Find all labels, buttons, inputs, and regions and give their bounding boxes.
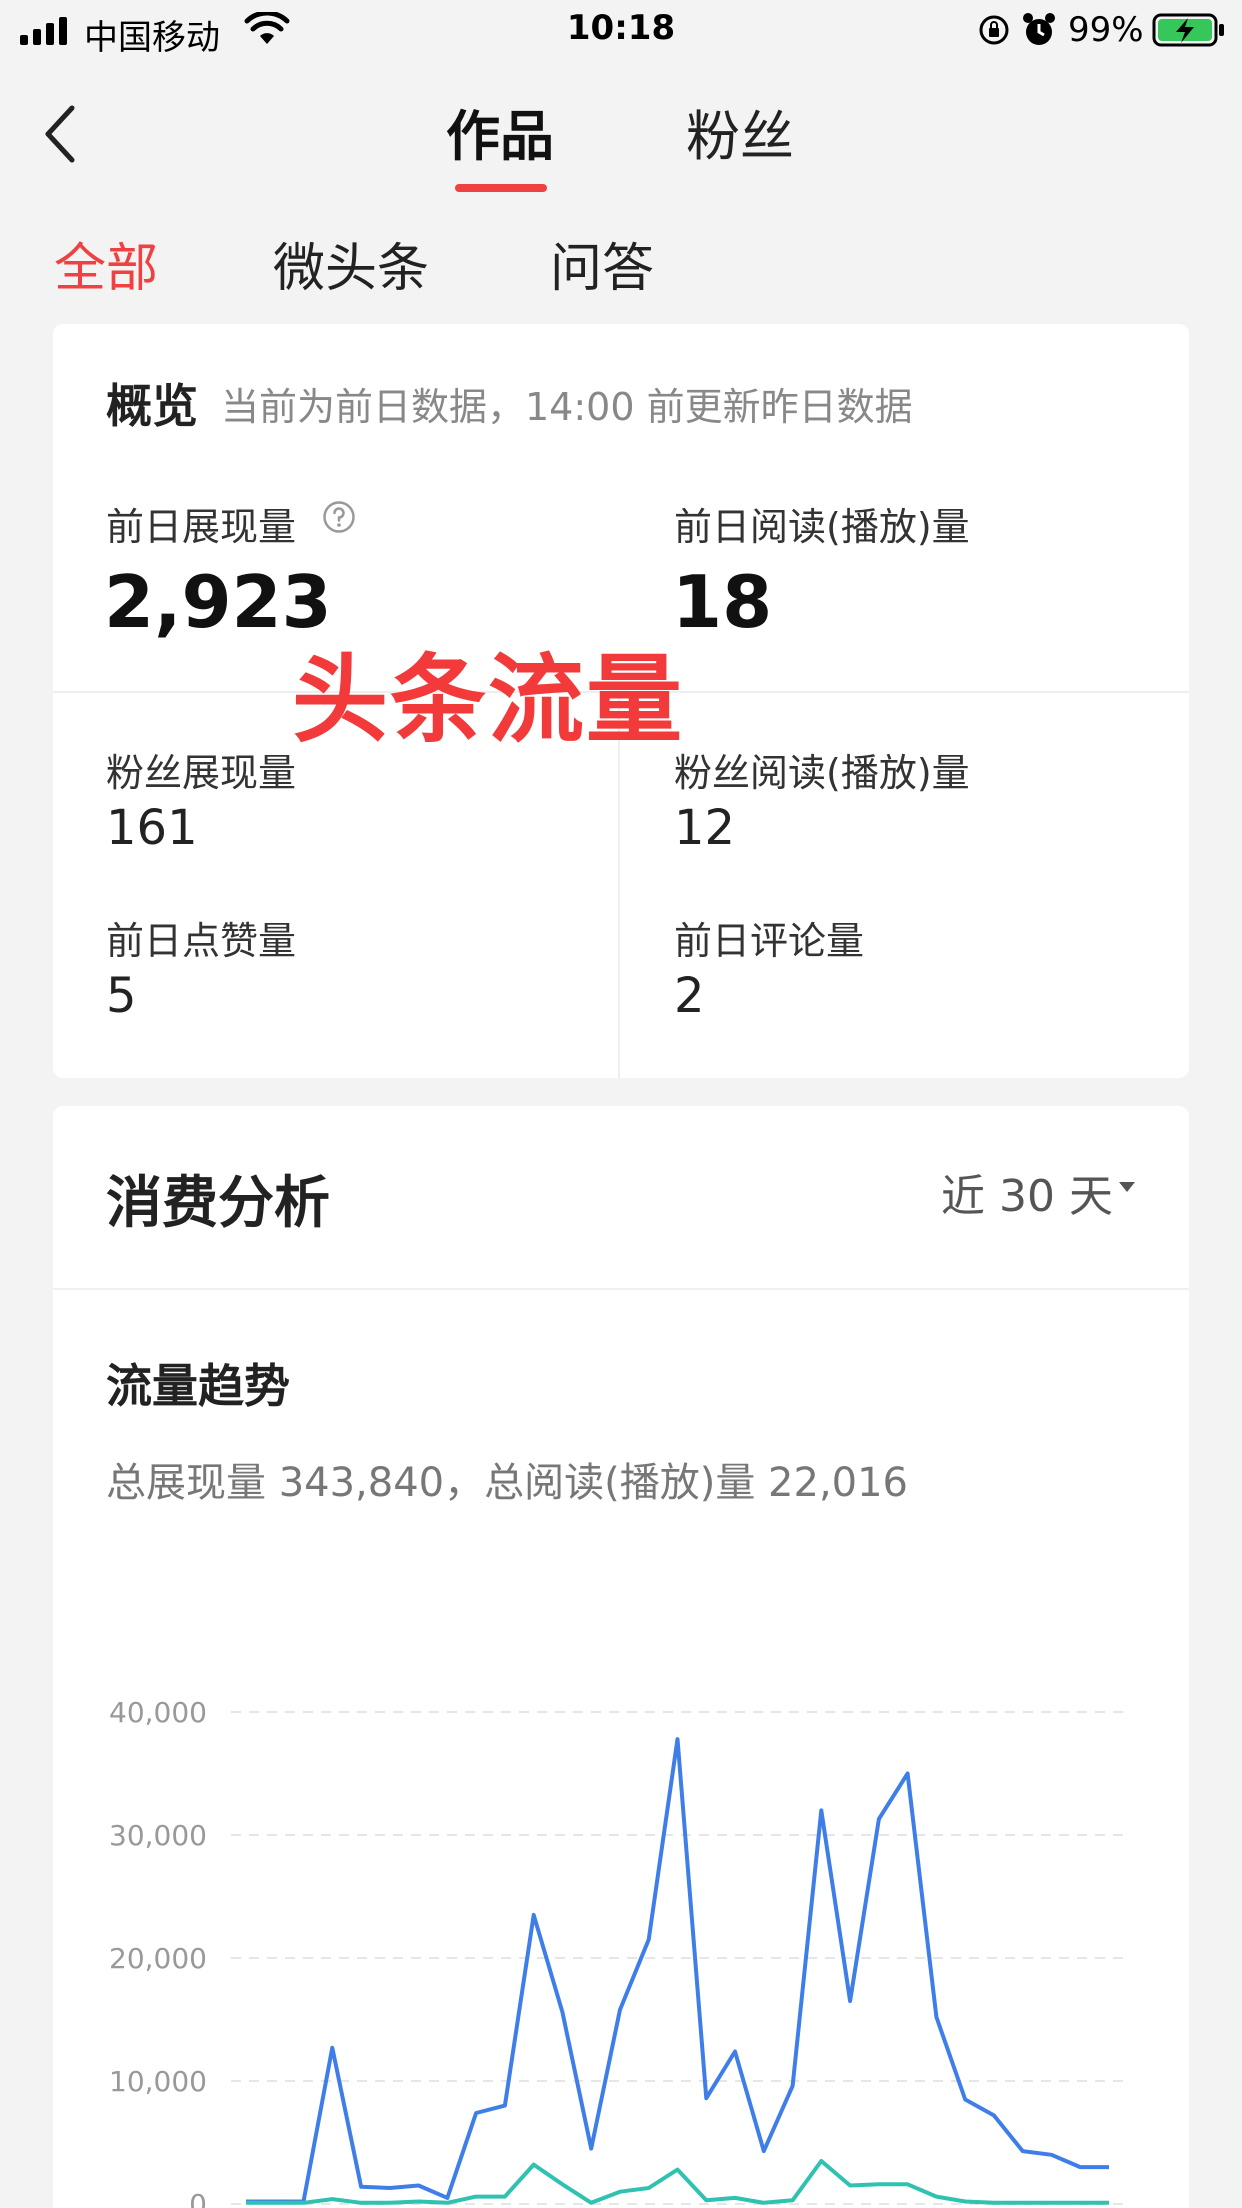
series-line-reads — [246, 2159, 1109, 2205]
overview-note: 当前为前日数据，14:00 前更新昨日数据 — [221, 385, 913, 429]
y-tick-label: 40,000 — [109, 1696, 207, 1729]
chart-grid: 0 10,000 20,000 30,000 40,000 — [109, 1696, 1123, 2208]
period-dropdown[interactable]: 近 30 天 — [941, 1160, 1113, 1224]
impressions-label: 前日展现量 — [106, 505, 297, 549]
likes-label: 前日点赞量 — [106, 919, 297, 963]
analysis-divider — [53, 1288, 1189, 1290]
trend-summary: 总展现量 343,840，总阅读(播放)量 22,016 — [106, 1460, 909, 1506]
nav-bar: 作品 粉丝 — [0, 62, 1242, 192]
subtab-all[interactable]: 全部 — [54, 226, 158, 301]
likes-value: 5 — [106, 968, 137, 1024]
tab-fans[interactable]: 粉丝 — [686, 92, 794, 171]
overlay-caption: 头条流量 — [292, 644, 684, 756]
series-line-impressions — [246, 1737, 1109, 2204]
trend-title: 流量趋势 — [106, 1359, 290, 1413]
caret-down-icon[interactable] — [1117, 1180, 1137, 1194]
reads-value: 18 — [672, 560, 773, 644]
status-bar: 中国移动 10:18 99% — [0, 0, 1242, 62]
fan-impressions-label: 粉丝展现量 — [106, 751, 297, 795]
comments-value: 2 — [674, 968, 705, 1024]
help-icon[interactable] — [322, 500, 356, 534]
battery-charging-icon — [1152, 13, 1224, 47]
active-tab-indicator — [455, 184, 547, 192]
reads-label: 前日阅读(播放)量 — [674, 505, 970, 549]
y-tick-label: 0 — [189, 2188, 207, 2208]
chart-series — [246, 1737, 1109, 2205]
analysis-title: 消费分析 — [106, 1171, 330, 1236]
back-arrow-icon[interactable] — [40, 102, 84, 166]
y-tick-label: 30,000 — [109, 1819, 207, 1852]
y-tick-label: 10,000 — [109, 2065, 207, 2098]
fan-reads-label: 粉丝阅读(播放)量 — [674, 751, 970, 795]
overview-title: 概览 — [106, 379, 198, 433]
subtab-qa[interactable]: 问答 — [550, 226, 654, 301]
fan-reads-value: 12 — [674, 800, 736, 856]
analysis-card: 消费分析 近 30 天 流量趋势 总展现量 343,840，总阅读(播放)量 2… — [53, 1106, 1189, 2208]
subtab-weitoutiao[interactable]: 微头条 — [273, 226, 429, 301]
comments-label: 前日评论量 — [674, 919, 865, 963]
rotation-lock-icon — [979, 15, 1009, 45]
content-type-tabs: 全部 微头条 问答 — [0, 220, 1242, 300]
y-tick-label: 20,000 — [109, 1942, 207, 1975]
fan-impressions-value: 161 — [106, 800, 198, 856]
battery-percent: 99% — [1068, 10, 1144, 50]
traffic-trend-chart: 0 10,000 20,000 30,000 40,000 — [109, 1696, 1123, 2208]
tab-works[interactable]: 作品 — [446, 92, 554, 171]
alarm-icon — [1023, 13, 1055, 45]
